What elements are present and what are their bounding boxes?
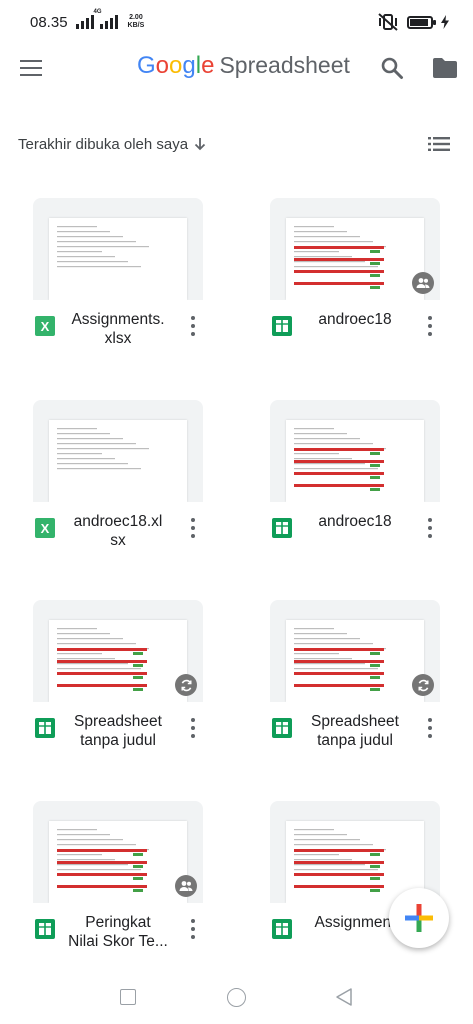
- file-status-badge: [412, 272, 434, 294]
- file-thumbnail[interactable]: [33, 198, 203, 300]
- sheets-file-icon: [272, 518, 292, 538]
- arrow-down-icon: [194, 138, 206, 151]
- signal-icon: [75, 15, 94, 29]
- more-options-icon[interactable]: [189, 316, 197, 336]
- sheet-preview-lines: [57, 829, 149, 892]
- file-name: Spreadsheet tanpa judul: [311, 713, 399, 749]
- more-options-icon[interactable]: [426, 518, 434, 538]
- sheet-preview: [49, 620, 187, 702]
- sheets-file-icon: [35, 718, 55, 738]
- more-options-icon[interactable]: [426, 718, 434, 738]
- sheet-preview-lines: [294, 428, 386, 491]
- logo-letter: G: [137, 52, 156, 79]
- file-thumbnail[interactable]: [270, 198, 440, 300]
- charging-icon: [441, 15, 449, 29]
- sort-label: Terakhir dibuka oleh saya: [18, 135, 189, 153]
- file-thumbnail[interactable]: [33, 400, 203, 502]
- more-options-icon[interactable]: [189, 919, 197, 939]
- search-icon[interactable]: [380, 56, 404, 80]
- file-name: androec18.xl sx: [73, 513, 163, 549]
- status-time: 08.35: [30, 13, 68, 31]
- shared-people-icon: [179, 881, 193, 891]
- logo-letter: o: [169, 52, 183, 79]
- file-thumbnail[interactable]: [33, 600, 203, 702]
- google-logo: Google: [137, 52, 214, 80]
- plus-icon: [405, 904, 433, 932]
- file-name: Spreadsheet tanpa judul: [74, 713, 162, 749]
- list-view-icon[interactable]: [428, 136, 450, 152]
- sheet-preview-lines: [57, 628, 149, 691]
- more-options-icon[interactable]: [189, 518, 197, 538]
- sheets-file-icon: [35, 919, 55, 939]
- sheet-preview-lines: [57, 226, 149, 268]
- sheet-preview: [286, 218, 424, 300]
- logo-letter: g: [182, 52, 196, 79]
- app-title: Google Spreadsheet: [137, 52, 350, 80]
- sheets-file-icon: [272, 919, 292, 939]
- network-speed: 2.00 KB/S: [128, 14, 145, 30]
- sheet-preview-lines: [57, 428, 149, 470]
- sheet-preview: [49, 420, 187, 502]
- more-options-icon[interactable]: [189, 718, 197, 738]
- file-name: Peringkat Nilai Skor Te...: [68, 914, 168, 950]
- file-thumbnail[interactable]: [270, 600, 440, 702]
- more-options-icon[interactable]: [426, 316, 434, 336]
- logo-letter: o: [155, 52, 170, 79]
- sheet-preview: [49, 218, 187, 300]
- sheet-preview: [286, 420, 424, 502]
- sheet-preview-lines: [294, 226, 386, 289]
- sync-icon: [181, 679, 191, 691]
- sort-button[interactable]: Terakhir dibuka oleh saya: [18, 136, 206, 153]
- file-status-badge: [175, 875, 197, 897]
- sheet-preview-lines: [294, 628, 386, 691]
- sync-icon: [418, 679, 428, 691]
- file-thumbnail[interactable]: [270, 400, 440, 502]
- system-nav-bar: [0, 976, 473, 1024]
- back-icon[interactable]: [334, 987, 354, 1007]
- sheets-file-icon: [272, 718, 292, 738]
- network-speed-unit: KB/S: [127, 22, 145, 29]
- signal-4g-icon: 4G: [94, 9, 118, 29]
- sort-row: Terakhir dibuka oleh saya: [0, 128, 473, 160]
- new-spreadsheet-button[interactable]: [389, 888, 449, 948]
- vibrate-mute-icon: [378, 13, 398, 31]
- recent-apps-icon[interactable]: [120, 989, 136, 1005]
- app-bar: Google Spreadsheet: [0, 44, 473, 92]
- shared-people-icon: [416, 278, 430, 288]
- sheets-file-icon: [272, 316, 292, 336]
- file-name: Assignments. xlsx: [71, 311, 165, 347]
- file-name: androec18: [318, 311, 392, 328]
- logo-letter: e: [201, 52, 215, 79]
- file-name: androec18: [318, 513, 392, 530]
- network-speed-value: 2.00: [129, 14, 143, 21]
- battery-icon: [407, 15, 436, 29]
- excel-file-icon: X: [35, 316, 55, 336]
- folder-icon[interactable]: [432, 57, 458, 79]
- home-icon[interactable]: [227, 988, 246, 1007]
- menu-icon[interactable]: [20, 60, 42, 76]
- file-thumbnail[interactable]: [33, 801, 203, 903]
- excel-file-icon: X: [35, 518, 55, 538]
- file-status-badge: [175, 674, 197, 696]
- status-bar: 08.35 4G 2.00 KB/S: [0, 0, 473, 44]
- network-type: 4G: [93, 9, 102, 15]
- product-name: Spreadsheet: [219, 52, 350, 78]
- file-status-badge: [412, 674, 434, 696]
- sheet-preview: [49, 821, 187, 903]
- sheet-preview: [286, 620, 424, 702]
